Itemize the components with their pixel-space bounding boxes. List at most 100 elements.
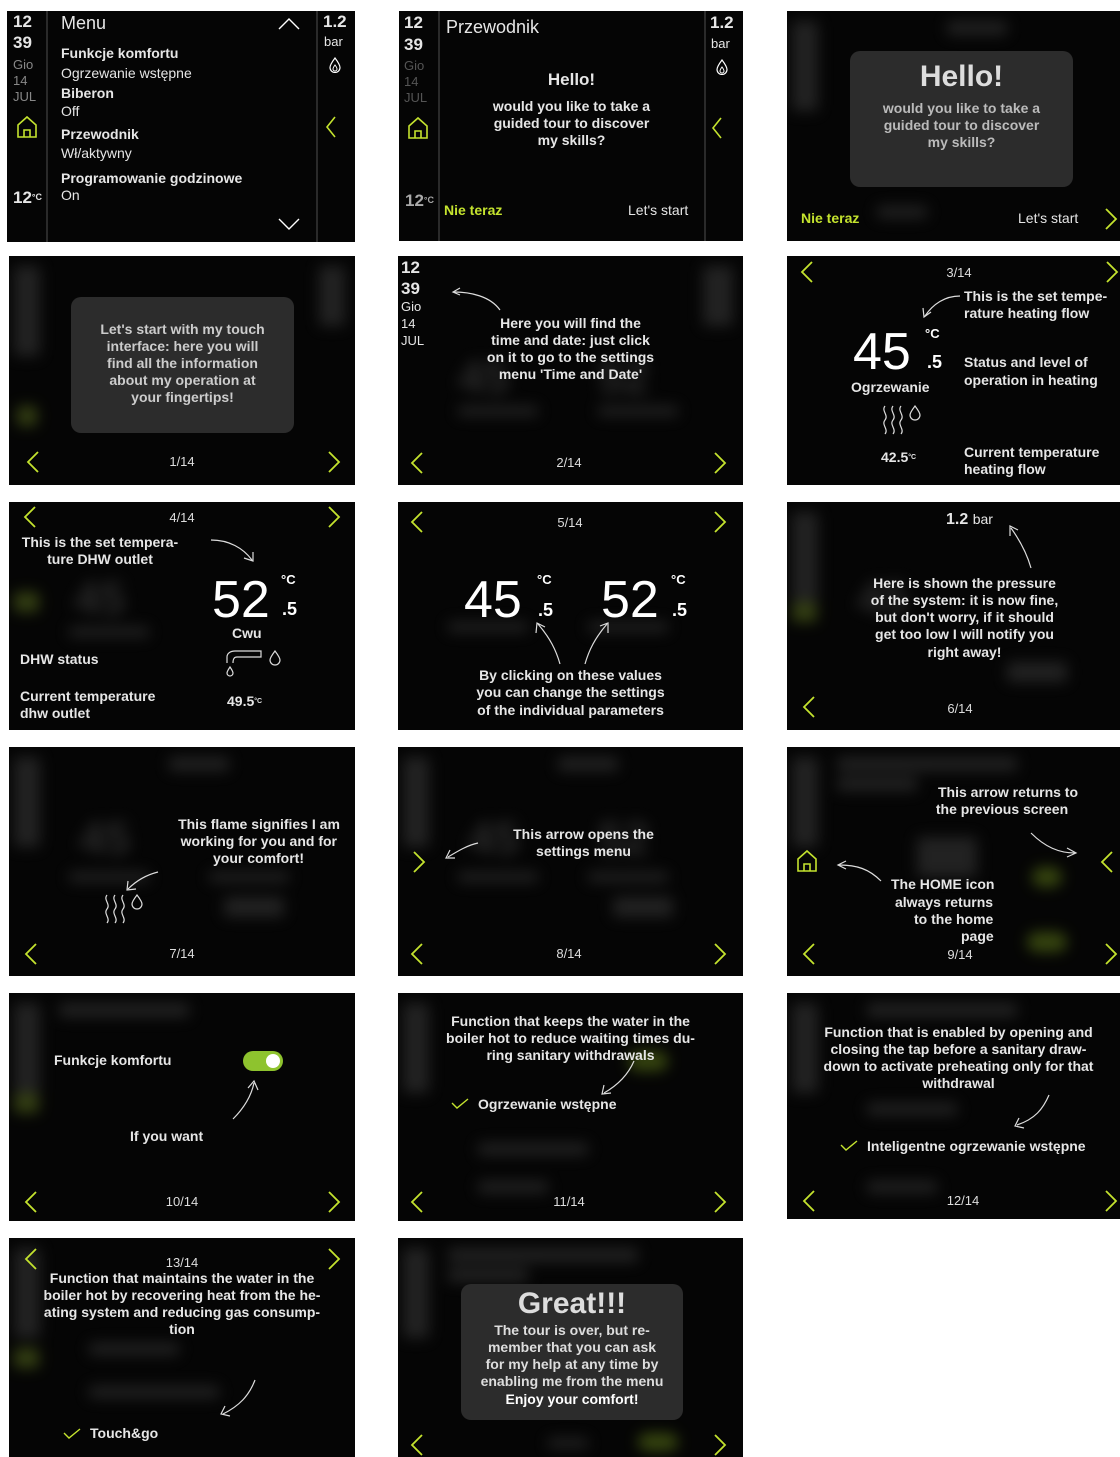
next-arrow-icon[interactable]	[711, 941, 729, 967]
setpoint-unit: °C	[925, 326, 940, 341]
screen-tour-13: 13/14 Function that maintains the water …	[9, 1238, 355, 1457]
chevron-down-icon[interactable]	[277, 217, 301, 236]
screen-hello-card: Hello! would you like to take a guided t…	[787, 11, 1120, 241]
pressure-display[interactable]: 1.2 bar	[946, 511, 993, 528]
prev-arrow-icon[interactable]	[22, 1189, 40, 1215]
page-title: Przewodnik	[446, 17, 540, 37]
pointer-arrow	[210, 539, 254, 562]
heating-setpoint[interactable]: 45	[853, 326, 911, 378]
menu-item-value: Off	[61, 103, 80, 119]
prev-arrow-icon[interactable]	[24, 449, 42, 475]
next-arrow-icon[interactable]	[711, 1432, 729, 1457]
clock-hour[interactable]: 12	[404, 14, 423, 31]
pressure-value[interactable]: 1.2	[710, 14, 734, 31]
tour-text: Function that maintains the water in the	[49, 1270, 315, 1286]
tour-text: This arrow opens the	[513, 826, 654, 842]
tour-text: member that you can ask	[487, 1339, 657, 1355]
check-icon	[840, 1139, 858, 1157]
prev-arrow-icon[interactable]	[408, 509, 426, 535]
tour-text: get too low I will notify you	[875, 626, 1054, 642]
clock-minute[interactable]: 39	[401, 280, 420, 297]
back-arrow-icon[interactable]	[1098, 849, 1116, 875]
home-icon[interactable]	[16, 115, 38, 144]
setpoint-decimal: .5	[927, 352, 943, 372]
not-now-button[interactable]: Nie teraz	[444, 202, 502, 219]
annotation-text: Current temperature	[964, 444, 1100, 460]
annotation-text: This is the set tempe-	[964, 288, 1108, 304]
prev-arrow-icon[interactable]	[798, 259, 816, 285]
next-arrow-icon[interactable]	[1102, 1188, 1120, 1214]
annotation-text: dhw outlet	[20, 705, 90, 721]
checked-option[interactable]: Touch&go	[90, 1425, 158, 1442]
flame-icon	[716, 58, 728, 80]
date-day: 14	[404, 74, 419, 89]
prev-arrow-icon[interactable]	[21, 504, 39, 530]
tour-text: Let's start with my touch	[100, 321, 265, 337]
page-indicator: 12/14	[946, 1193, 980, 1208]
prev-arrow-icon[interactable]	[800, 1188, 818, 1214]
prev-arrow-icon[interactable]	[408, 941, 426, 967]
pressure-value[interactable]: 1.2	[323, 13, 347, 30]
prev-arrow-icon[interactable]	[800, 694, 818, 720]
pointer-arrow	[126, 871, 159, 891]
home-icon[interactable]	[796, 849, 818, 878]
dhw-setpoint[interactable]: 52	[212, 574, 270, 626]
not-now-button[interactable]: Nie teraz	[801, 210, 859, 227]
chevron-up-icon[interactable]	[277, 17, 301, 36]
prev-arrow-icon[interactable]	[408, 450, 426, 476]
setpoint-unit: °C	[537, 572, 552, 587]
toggle-knob	[266, 1054, 280, 1068]
pointer-arrow	[535, 622, 561, 665]
prev-arrow-icon[interactable]	[22, 941, 40, 967]
prev-arrow-icon[interactable]	[800, 941, 818, 967]
page-indicator: 3/14	[946, 265, 972, 280]
comfort-toggle[interactable]	[243, 1051, 283, 1071]
screen-tour-12: Function that is enabled by opening and …	[787, 993, 1120, 1219]
tour-text: time and date: just click	[491, 332, 650, 348]
clock-minute[interactable]: 39	[13, 34, 32, 52]
lets-start-button[interactable]: Let's start	[1018, 210, 1078, 227]
tour-text: closing the tap before a sanitary draw-	[830, 1041, 1087, 1057]
next-arrow-icon[interactable]	[325, 504, 343, 530]
tour-text: about my operation at	[109, 372, 256, 388]
back-arrow-icon[interactable]	[711, 116, 723, 145]
screen-tour-8: 45 52 This arrow opens the settings menu …	[398, 747, 743, 976]
setpoint-decimal: .5	[672, 600, 688, 620]
home-icon[interactable]	[407, 116, 429, 145]
clock-minute[interactable]: 39	[404, 36, 423, 53]
prev-arrow-icon[interactable]	[408, 1432, 426, 1457]
next-arrow-icon[interactable]	[325, 449, 343, 475]
date-day: 14	[401, 316, 416, 331]
screen-tour-9: This arrow returns to the previous scree…	[787, 747, 1120, 976]
next-arrow-icon[interactable]	[1102, 941, 1120, 967]
checked-option[interactable]: Inteligentne ogrzewanie wstępne	[867, 1138, 1086, 1155]
settings-arrow-icon[interactable]	[410, 849, 428, 875]
lets-start-button[interactable]: Let's start	[628, 202, 688, 219]
back-arrow-icon[interactable]	[325, 115, 337, 144]
dhw-setpoint[interactable]: 52	[601, 574, 659, 626]
screen-tour-10: Funkcje komfortu If you want 10/14	[9, 993, 355, 1221]
pointer-arrow	[1014, 1094, 1050, 1129]
tour-text: you can change the settings	[476, 684, 665, 700]
next-arrow-icon[interactable]	[325, 1189, 343, 1215]
check-icon	[63, 1427, 81, 1445]
next-arrow-icon[interactable]	[325, 1246, 343, 1272]
next-arrow-icon[interactable]	[711, 450, 729, 476]
next-arrow-icon[interactable]	[711, 509, 729, 535]
clock-hour[interactable]: 12	[13, 13, 32, 31]
hello-title: Hello!	[919, 60, 1004, 93]
setting-label: Funkcje komfortu	[54, 1052, 172, 1068]
setpoint-unit: °C	[281, 572, 296, 587]
clock-hour[interactable]: 12	[401, 259, 420, 276]
next-arrow-icon[interactable]	[1102, 206, 1120, 232]
tour-text: for my help at any time by	[485, 1356, 659, 1372]
flame-icon	[329, 56, 341, 78]
prev-arrow-icon[interactable]	[22, 1246, 40, 1272]
next-arrow-icon[interactable]	[711, 1189, 729, 1215]
checked-option[interactable]: Ogrzewanie wstępne	[478, 1096, 616, 1113]
page-indicator: 7/14	[169, 946, 195, 961]
heating-setpoint[interactable]: 45	[464, 574, 522, 626]
prev-arrow-icon[interactable]	[408, 1189, 426, 1215]
screen-tour-3: 3/14 45 °C .5 Ogrzewanie 42.5°C This is …	[787, 256, 1120, 485]
next-arrow-icon[interactable]	[1103, 259, 1120, 285]
